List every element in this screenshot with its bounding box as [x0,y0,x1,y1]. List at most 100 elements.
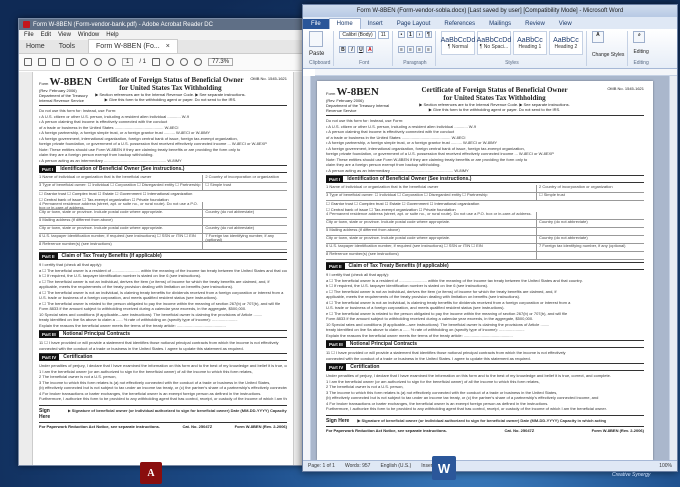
align-center-icon[interactable]: ≡ [406,45,414,53]
sign-here-row[interactable]: Sign Here ▶ Signature of beneficial owne… [326,414,644,424]
tab-home[interactable]: Home [19,40,52,53]
tab-document[interactable]: Form W-8BEN (Fo... × [88,39,178,53]
group-label-editing: Editing [633,60,649,66]
style-normal[interactable]: AaBbCcDd ¶ Normal [441,31,475,55]
signature-fields[interactable]: ▶ Signature of beneficial owner (or indi… [68,408,287,420]
status-words[interactable]: Words: 957 [345,463,370,469]
word-app-icon[interactable]: W [432,456,456,480]
email-icon[interactable] [66,58,74,66]
acrobat-title-bar[interactable]: Form W-8BEN (Form-vendor-bank.pdf) - Ado… [19,19,305,30]
status-zoom[interactable]: 100% [659,463,672,469]
tab-page-layout[interactable]: Page Layout [390,19,438,29]
field-4-country[interactable]: Country (do not abbreviate) [203,210,287,218]
zoom-level-select[interactable]: 77.3% [208,58,234,66]
justify-icon[interactable]: ≡ [424,45,432,53]
part-3-line[interactable]: 11 ☐ I have provided or will provide a s… [39,340,287,346]
page-number-input[interactable]: 1 [122,58,134,66]
change-styles-button[interactable]: Change Styles [592,52,625,58]
font-color-icon[interactable]: A [366,46,374,53]
sign-here-row[interactable]: Sign Here ▶ Signature of beneficial owne… [39,404,287,420]
vertical-ruler[interactable] [303,76,311,460]
print-icon[interactable] [52,58,60,66]
tab-file[interactable]: File [303,19,329,29]
horizontal-ruler[interactable] [315,69,677,76]
save-icon[interactable] [24,58,32,66]
footer-mid: Cat. No. 25047Z [504,427,535,433]
part-1-header: Part I Identification of Beneficial Owne… [326,175,644,183]
field-8[interactable]: 8 Reference number(s) (see instructions) [326,252,537,260]
paste-button[interactable]: Paste [309,51,330,57]
word-title-bar[interactable]: Form W-8BEN (Form-vendor-sobla.docx) [La… [303,5,677,17]
page-down-icon[interactable] [108,58,116,66]
status-language[interactable]: English (U.S.) [380,463,411,469]
menu-view[interactable]: View [58,32,71,38]
acrobat-app-icon[interactable]: A [140,462,162,484]
font-name-select[interactable]: Calibri (Body) [339,31,376,39]
select-cursor-icon[interactable] [152,58,161,66]
hand-tool-icon[interactable] [166,58,175,66]
part-4-header: Part IV Certification [326,363,644,371]
part-4-title: Certification [350,364,380,370]
part-2-line[interactable]: Explain the reasons the beneficial owner… [39,323,287,329]
zoom-in-icon[interactable] [194,58,203,66]
style-sample: AaBbCc [517,36,543,44]
find-icon[interactable]: ⌕ [633,31,646,43]
italic-icon[interactable]: I [348,46,356,53]
menu-file[interactable]: File [24,32,34,38]
style-heading-2[interactable]: AaBbCc Heading 2 [548,31,583,55]
pilcrow-icon[interactable]: ¶ [424,31,432,38]
search-icon[interactable] [80,58,88,66]
field-3[interactable]: 3 Type of beneficial owner: ☐ Individual… [326,193,537,201]
signature-fields[interactable]: ▶ Signature of beneficial owner (or indi… [357,418,606,424]
menu-edit[interactable]: Edit [41,32,51,38]
field-3b[interactable]: ☐ Simple trust [203,183,287,191]
part-3-title: Notional Principal Contracts [62,331,130,337]
paste-icon[interactable] [309,31,323,47]
tab-references[interactable]: References [437,19,482,29]
field-8b[interactable] [203,242,287,250]
style-heading-1[interactable]: AaBbCc Heading 1 [512,31,547,55]
vertical-scrollbar[interactable] [669,76,677,460]
style-no-spacing[interactable]: AaBbCcDd ¶ No Spaci... [477,31,511,55]
tab-tools[interactable]: Tools [52,40,82,53]
form-omb: OMB No. 1545-1621 [607,86,644,91]
part-2-line[interactable]: Explain the reasons the beneficial owner… [326,333,644,339]
status-page[interactable]: Page: 1 of 1 [308,463,335,469]
font-size-select[interactable]: 11 [377,31,389,39]
menu-help[interactable]: Help [106,32,118,38]
tab-home[interactable]: Home [328,18,361,29]
form-title-1: Certificate of Foreign Status of Benefic… [421,86,568,94]
tab-insert[interactable]: Insert [361,19,390,29]
word-window[interactable]: Form W-8BEN (Form-vendor-sobla.docx) [La… [302,4,678,472]
bold-icon[interactable]: B [339,46,347,53]
tab-view[interactable]: View [552,19,579,29]
word-page[interactable]: Form W-8BEN (Rev. February 2006) Departm… [317,81,653,460]
field-8[interactable]: 8 Reference number(s) (see instructions) [39,242,204,250]
field-3[interactable]: 3 Type of beneficial owner: ☐ Individual… [39,183,204,191]
close-tab-icon[interactable]: × [166,43,170,50]
form-title-2: for United States Tax Withholding [119,84,222,92]
menu-window[interactable]: Window [78,32,99,38]
field-7[interactable]: 7 Foreign tax identifying number, if any… [203,234,287,242]
acrobat-left-rail[interactable] [19,72,33,465]
numbering-icon[interactable]: 1 [406,31,414,38]
upload-icon[interactable] [38,58,46,66]
page-up-icon[interactable] [94,58,102,66]
underline-icon[interactable]: U [357,46,365,53]
field-4-country[interactable]: Country (do not abbreviate) [537,220,644,228]
bullets-icon[interactable]: • [397,31,405,38]
tab-mailings[interactable]: Mailings [482,19,518,29]
indent-icon[interactable]: › [415,31,423,38]
align-left-icon[interactable]: ≡ [397,45,405,53]
group-font: Calibri (Body) 11 B I U A Font [336,31,393,66]
field-8b[interactable] [537,252,644,260]
tab-review[interactable]: Review [518,19,552,29]
acrobat-window[interactable]: Form W-8BEN (Form-vendor-bank.pdf) - Ado… [18,18,306,466]
zoom-out-icon[interactable] [180,58,189,66]
field-3b[interactable]: ☐ Simple trust [537,193,644,201]
align-right-icon[interactable]: ≡ [415,45,423,53]
form-header: Form W-8BEN (Rev. February 2006) Departm… [39,76,287,106]
editing-button[interactable]: Editing [633,49,648,55]
change-styles-icon[interactable]: A [591,31,604,43]
field-7[interactable]: 7 Foreign tax identifying number, if any… [537,244,644,252]
